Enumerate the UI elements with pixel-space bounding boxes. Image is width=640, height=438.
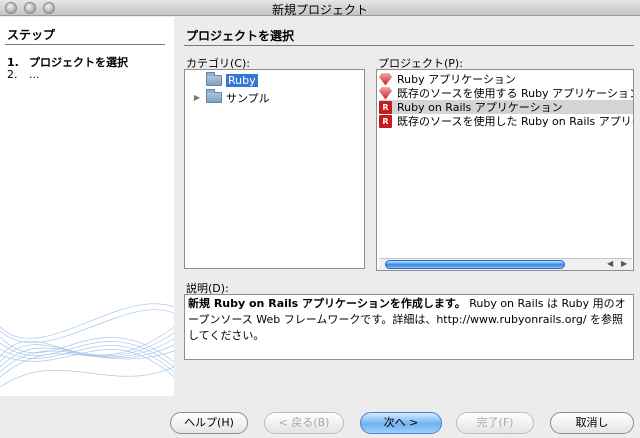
description-box: 新規 Ruby on Rails アプリケーションを作成します。 Ruby on…: [184, 294, 634, 360]
steps-panel: ステップ 1. プロジェクトを選択 2....: [0, 17, 174, 396]
tree-item-label: サンプル: [226, 91, 270, 105]
finish-button[interactable]: 完了(F): [456, 412, 534, 434]
rails-icon: R: [379, 100, 392, 114]
cancel-button[interactable]: 取消し: [550, 412, 634, 434]
project-label: 既存のソースを使用した Ruby on Rails アプリケーション: [397, 115, 633, 128]
project-list[interactable]: Ruby アプリケーション 既存のソースを使用する Ruby アプリケーション …: [376, 69, 634, 271]
folder-icon: [206, 72, 222, 86]
page-title: プロジェクトを選択: [186, 29, 295, 43]
ruby-icon: [379, 87, 392, 100]
next-button[interactable]: 次へ >: [360, 412, 442, 434]
list-item[interactable]: R Ruby on Rails アプリケーション: [379, 100, 633, 114]
wave-decoration-icon: [0, 303, 174, 388]
steps-header: ステップ: [7, 28, 56, 42]
horizontal-scrollbar[interactable]: ◀ ▶: [379, 258, 632, 270]
description-text: 新規 Ruby on Rails アプリケーションを作成します。 Ruby on…: [188, 297, 626, 342]
list-item[interactable]: R 既存のソースを使用した Ruby on Rails アプリケーション: [379, 114, 633, 128]
tree-item-ruby[interactable]: Ruby: [191, 72, 258, 88]
help-button[interactable]: ヘルプ(H): [170, 412, 248, 434]
project-label: Ruby アプリケーション: [397, 73, 516, 86]
list-item[interactable]: 既存のソースを使用する Ruby アプリケーション: [379, 86, 633, 100]
back-button[interactable]: < 戻る(B): [264, 412, 344, 434]
steps-divider: [5, 44, 165, 45]
step-label: ...: [29, 68, 40, 81]
expand-arrow-icon[interactable]: ▶: [191, 93, 203, 102]
list-item[interactable]: Ruby アプリケーション: [379, 72, 633, 86]
step-item: 2....: [7, 68, 40, 81]
tree-item-samples[interactable]: ▶ サンプル: [191, 89, 270, 105]
project-label: 既存のソースを使用する Ruby アプリケーション: [397, 87, 633, 100]
header-divider: [184, 45, 634, 46]
scrollbar-thumb[interactable]: [385, 260, 565, 269]
project-label: Ruby on Rails アプリケーション: [397, 101, 563, 114]
scroll-left-icon[interactable]: ◀: [607, 259, 613, 268]
step-label: プロジェクトを選択: [29, 56, 128, 69]
folder-icon: [206, 89, 222, 103]
category-tree[interactable]: Ruby ▶ サンプル: [184, 69, 365, 269]
window-title: 新規プロジェクト: [271, 3, 368, 17]
ruby-icon: [379, 73, 392, 86]
tree-item-label: Ruby: [226, 74, 258, 87]
title-bar: 新規プロジェクト: [0, 0, 640, 17]
rails-icon: R: [379, 114, 392, 128]
scroll-right-icon[interactable]: ▶: [621, 259, 627, 268]
